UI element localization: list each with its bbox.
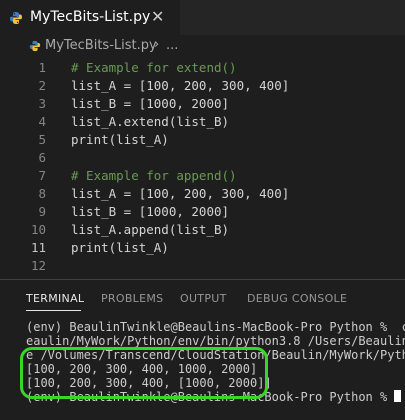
tab-mytecbits-list[interactable]: MyTecBits-List.py ✕ xyxy=(0,0,180,35)
code-text: list_A.append(list_B) xyxy=(71,222,230,237)
code-line: 2 list_A = [100, 200, 300, 400] xyxy=(0,77,405,95)
line-number: 11 xyxy=(30,240,46,255)
code-editor[interactable]: 1 # Example for extend() 2 list_A = [100… xyxy=(0,57,405,279)
code-text: print(list_A) xyxy=(71,132,169,147)
line-number: 4 xyxy=(38,114,46,129)
code-line: 1 # Example for extend() xyxy=(0,59,405,77)
editor-tab-bar: MyTecBits-List.py ✕ xyxy=(0,0,405,35)
code-text: # Example for extend() xyxy=(71,60,237,75)
terminal-cursor xyxy=(394,390,402,402)
line-number: 2 xyxy=(38,78,46,93)
tab-terminal[interactable]: TERMINAL xyxy=(26,292,84,305)
code-line: 10 list_A.append(list_B) xyxy=(0,221,405,239)
code-text: list_A = [100, 200, 300, 400] xyxy=(71,186,290,201)
close-icon[interactable]: ✕ xyxy=(151,7,164,26)
code-text: list_A = [100, 200, 300, 400] xyxy=(71,78,290,93)
line-number: 9 xyxy=(38,204,46,219)
code-text: # Example for append() xyxy=(71,168,237,183)
breadcrumb-file[interactable]: MyTecBits-List.py xyxy=(45,38,157,53)
code-line: 6 xyxy=(0,149,405,167)
line-number: 7 xyxy=(38,168,46,183)
line-number: 5 xyxy=(38,132,46,147)
line-number: 1 xyxy=(38,60,46,75)
tab-output[interactable]: OUTPUT xyxy=(180,292,227,305)
code-text: list_B = [1000, 2000] xyxy=(71,96,230,111)
chevron-right-icon: › xyxy=(154,37,160,52)
breadcrumb-more[interactable]: ... xyxy=(166,38,178,53)
tab-label: MyTecBits-List.py xyxy=(30,9,151,25)
line-number: 6 xyxy=(38,150,46,165)
code-line: 8 list_A = [100, 200, 300, 400] xyxy=(0,185,405,203)
code-text: print(list_A) xyxy=(71,240,169,255)
output-highlight-annotation xyxy=(20,347,268,399)
python-icon xyxy=(10,12,22,24)
line-number: 12 xyxy=(30,258,46,273)
line-number: 8 xyxy=(38,186,46,201)
code-line: 5 print(list_A) xyxy=(0,131,405,149)
code-line: 7 # Example for append() xyxy=(0,167,405,185)
code-line: 3 list_B = [1000, 2000] xyxy=(0,95,405,113)
line-number: 3 xyxy=(38,96,46,111)
code-text: list_B = [1000, 2000] xyxy=(71,204,230,219)
code-line: 9 list_B = [1000, 2000] xyxy=(0,203,405,221)
code-line: 12 xyxy=(0,257,405,275)
active-tab-indicator xyxy=(26,310,81,311)
breadcrumb: MyTecBits-List.py › ... xyxy=(0,35,405,57)
tab-debug-console[interactable]: DEBUG CONSOLE xyxy=(247,292,347,305)
tab-problems[interactable]: PROBLEMS xyxy=(101,292,163,305)
terminal-line: (env) BeaulinTwinkle@Beaulins-MacBook-Pr… xyxy=(26,320,405,334)
code-text: list_A.extend(list_B) xyxy=(71,114,230,129)
line-number: 10 xyxy=(30,222,46,237)
terminal-line: eaulin/MyWork/Python/env/bin/python3.8 /… xyxy=(26,334,405,348)
python-icon xyxy=(29,40,41,52)
code-line: 4 list_A.extend(list_B) xyxy=(0,113,405,131)
code-line-active: 11 print(list_A) xyxy=(0,239,405,257)
